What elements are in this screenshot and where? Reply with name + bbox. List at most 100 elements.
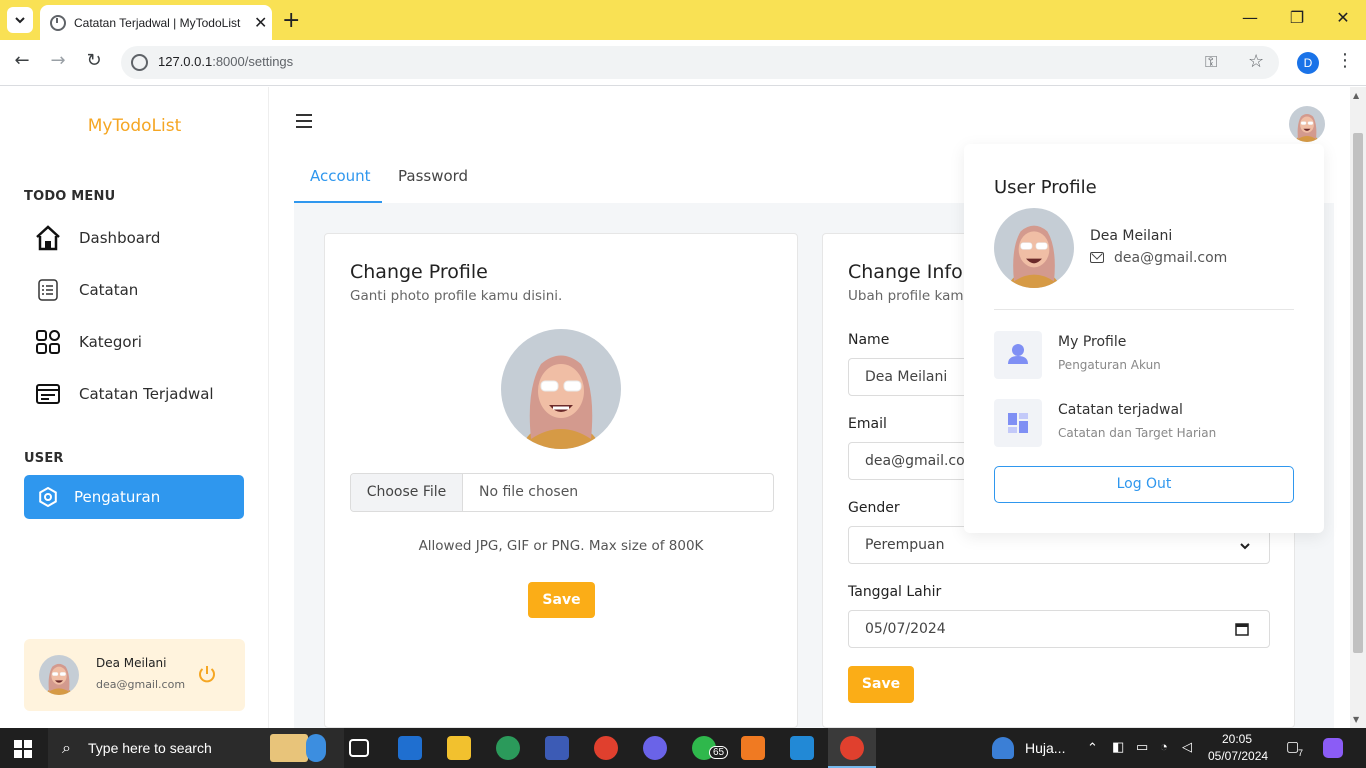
new-tab-button[interactable]: + [282,8,300,33]
avatar [994,208,1074,288]
chevron-up-icon[interactable]: ⌃ [1087,740,1098,756]
xampp-icon[interactable] [741,736,765,760]
password-key-icon[interactable]: ⚿ [1205,52,1217,72]
close-tab-icon[interactable]: ✕ [254,13,267,32]
task-view-icon[interactable] [349,739,369,757]
vscode-icon[interactable] [790,736,814,760]
scroll-up-arrow-icon[interactable]: ▲ [1353,91,1359,100]
active-taskbar-app[interactable] [828,728,876,768]
dropdown-user-email: dea@gmail.com [1114,250,1228,266]
minimize-button[interactable]: — [1238,8,1262,27]
sidebar-item-dashboard[interactable]: Dashboard [24,216,244,260]
logout-button[interactable]: Log Out [994,466,1294,503]
user-heading: USER [24,451,64,466]
web-page: MyTodoList TODO MENU Dashboard Catatan K… [0,87,1350,728]
save-photo-button[interactable]: Save [528,582,595,618]
volume-icon[interactable]: ◁ [1182,739,1192,755]
clock-time[interactable]: 20:05 [1222,732,1252,746]
dropdown-title: User Profile [994,177,1097,198]
address-bar[interactable]: 127.0.0.1:8000/settings ⚿ ☆ [121,46,1279,79]
user-email: dea@gmail.com [96,678,186,691]
mail-icon [1090,252,1104,263]
chrome-icon [840,736,864,760]
power-icon[interactable] [196,663,218,685]
sidebar-item-catatan-terjadwal[interactable]: Catatan Terjadwal [24,372,244,416]
name-label: Name [848,332,890,348]
sidebar-item-kategori[interactable]: Kategori [24,320,244,364]
chrome-icon[interactable] [594,736,618,760]
clock-date[interactable]: 05/07/2024 [1208,749,1268,763]
chevron-down-icon [1240,543,1250,550]
catatan-terjadwal-subtitle: Catatan dan Target Harian [1058,426,1217,440]
brand-logo[interactable]: MyTodoList [0,116,269,136]
battery-icon[interactable]: ▭ [1136,739,1148,755]
sidebar-item-catatan[interactable]: Catatan [24,268,244,312]
search-highlight-icon [270,734,308,762]
home-icon [34,224,62,252]
card-subtitle: Ubah profile kamu [848,288,973,304]
tab-search-button[interactable] [7,7,33,33]
windows-taskbar: ⌕ Type here to search 65 Huja... ⌃ ◧ ▭ ◔… [0,728,1366,768]
card-title: Change Profile [350,261,488,283]
tab-password[interactable]: Password [398,167,468,185]
browser-tab[interactable]: Catatan Terjadwal | MyTodoList ✕ [40,5,272,40]
close-window-button[interactable]: ✕ [1331,8,1355,27]
edge-icon[interactable] [496,736,520,760]
person-icon[interactable] [994,331,1042,379]
reload-button[interactable]: ↻ [82,50,106,71]
page-scrollbar[interactable]: ▲ ▼ [1350,87,1366,728]
todo-menu-heading: TODO MENU [24,189,116,204]
profile-photo [501,329,621,449]
wifi-icon[interactable]: ◔ [1160,739,1168,754]
user-profile-dropdown: User Profile Dea Meilani dea@gmail.com M… [964,144,1324,533]
file-name-text: No file chosen [479,484,579,500]
tab-account[interactable]: Account [310,167,371,185]
weather-text[interactable]: Huja... [1025,740,1065,756]
file-explorer-icon[interactable] [447,736,471,760]
settings-icon [34,483,62,511]
sidebar-item-label: Catatan Terjadwal [79,385,214,403]
taskbar-search[interactable]: ⌕ Type here to search [48,728,344,768]
discord-icon[interactable] [643,736,667,760]
dob-label: Tanggal Lahir [848,584,942,600]
back-button[interactable]: ← [10,50,34,71]
my-profile-link[interactable]: My Profile [1058,334,1126,350]
tab-title: Catatan Terjadwal | MyTodoList [74,15,241,30]
forward-button[interactable]: → [46,50,70,71]
save-info-button[interactable]: Save [848,666,914,703]
weather-umbrella-icon[interactable] [992,737,1014,759]
sidebar-item-pengaturan[interactable]: Pengaturan [24,475,244,519]
calendar-icon[interactable] [1235,622,1249,636]
restore-button[interactable]: ❐ [1285,8,1309,27]
search-icon: ⌕ [62,738,71,757]
header-user-avatar[interactable] [1289,106,1325,142]
sidebar-item-label: Kategori [79,333,142,351]
search-highlight-icon [306,734,326,762]
grid-icon[interactable] [994,399,1042,447]
app-icon[interactable] [545,736,569,760]
divider [994,309,1294,310]
notification-badge: 65 [709,746,729,759]
avatar [39,655,79,695]
search-placeholder: Type here to search [88,740,212,756]
browser-menu-icon[interactable]: ⋮ [1336,50,1354,71]
sidebar: MyTodoList TODO MENU Dashboard Catatan K… [0,87,269,728]
dropdown-user-name: Dea Meilani [1090,228,1173,244]
file-input[interactable]: Choose File No file chosen [350,473,774,512]
hamburger-menu-icon[interactable] [296,114,312,132]
tray-app-icon[interactable]: ◧ [1112,739,1124,755]
sidebar-item-label: Pengaturan [74,488,161,506]
url-text: 127.0.0.1:8000/settings [158,54,294,69]
bookmark-star-icon[interactable]: ☆ [1248,51,1264,72]
windows-start-button[interactable] [14,740,32,758]
copilot-icon[interactable] [1323,738,1343,758]
mail-app-icon[interactable] [398,736,422,760]
browser-profile-avatar[interactable]: D [1297,52,1319,74]
scroll-thumb[interactable] [1353,133,1363,653]
globe-icon [50,14,66,31]
dob-field[interactable]: 05/07/2024 [848,610,1270,648]
catatan-terjadwal-link[interactable]: Catatan terjadwal [1058,402,1183,418]
choose-file-button[interactable]: Choose File [351,474,463,511]
site-info-icon[interactable] [131,54,148,71]
scroll-down-arrow-icon[interactable]: ▼ [1353,715,1359,724]
